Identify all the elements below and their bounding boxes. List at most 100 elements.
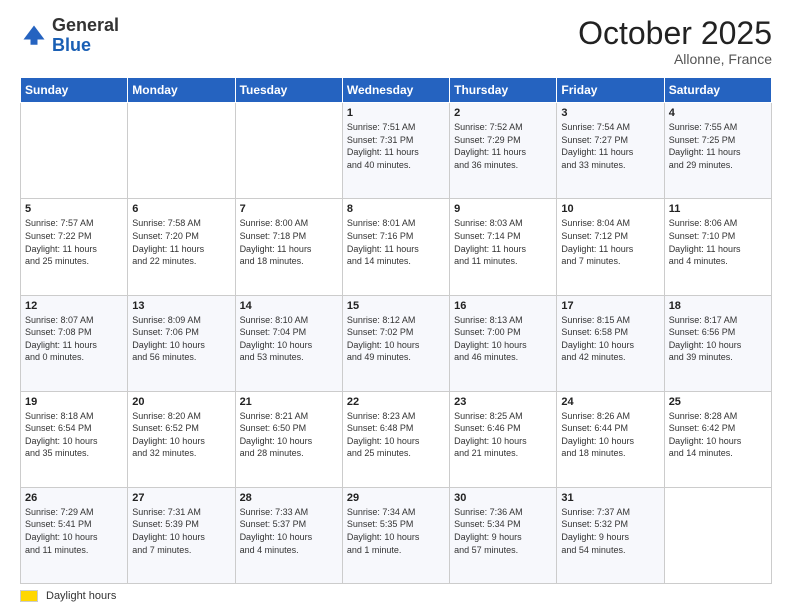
calendar-cell: 10Sunrise: 8:04 AM Sunset: 7:12 PM Dayli… [557,199,664,295]
day-info: Sunrise: 8:01 AM Sunset: 7:16 PM Dayligh… [347,217,445,267]
day-info: Sunrise: 8:26 AM Sunset: 6:44 PM Dayligh… [561,410,659,460]
day-info: Sunrise: 7:37 AM Sunset: 5:32 PM Dayligh… [561,506,659,556]
day-number: 16 [454,300,552,312]
calendar-week-row: 1 Sunrise: 7:51 AM Sunset: 7:31 PM Daylig… [21,103,772,199]
calendar-cell: 13 Sunrise: 8:09 AM Sunset: 7:06 PM Dayli… [128,295,235,391]
calendar-cell: 30 Sunrise: 7:36 AM Sunset: 5:34 PM Dayli… [450,487,557,583]
day-number: 10 [561,203,659,215]
month-title: October 2025 [578,16,772,51]
calendar-cell [664,487,771,583]
day-info: Sunrise: 8:25 AM Sunset: 6:46 PM Dayligh… [454,410,552,460]
logo-general: General [52,15,119,35]
day-info: Sunrise: 7:55 AM Sunset: 7:25 PM Dayligh… [669,121,767,171]
title-block: October 2025 Allonne, France [578,16,772,67]
calendar-week-row: 26Sunrise: 7:29 AM Sunset: 5:41 PM Dayli… [21,487,772,583]
day-number: 26 [25,492,123,504]
day-number: 20 [132,396,230,408]
day-info: Sunrise: 8:10 AM Sunset: 7:04 PM Dayligh… [240,314,338,364]
calendar-day-header: Thursday [450,78,557,103]
day-number: 29 [347,492,445,504]
calendar-cell: 11 Sunrise: 8:06 AM Sunset: 7:10 PM Dayli… [664,199,771,295]
day-info: Sunrise: 8:23 AM Sunset: 6:48 PM Dayligh… [347,410,445,460]
header: General Blue October 2025 Allonne, Franc… [20,16,772,67]
day-info: Sunrise: 7:36 AM Sunset: 5:34 PM Dayligh… [454,506,552,556]
day-info: Sunrise: 8:20 AM Sunset: 6:52 PM Dayligh… [132,410,230,460]
day-info: Sunrise: 8:00 AM Sunset: 7:18 PM Dayligh… [240,217,338,267]
day-number: 28 [240,492,338,504]
calendar-cell: 25Sunrise: 8:28 AM Sunset: 6:42 PM Dayli… [664,391,771,487]
calendar-cell [128,103,235,199]
calendar-week-row: 12 Sunrise: 8:07 AM Sunset: 7:08 PM Dayli… [21,295,772,391]
calendar-cell: 14Sunrise: 8:10 AM Sunset: 7:04 PM Dayli… [235,295,342,391]
day-info: Sunrise: 8:13 AM Sunset: 7:00 PM Dayligh… [454,314,552,364]
calendar-cell: 19Sunrise: 8:18 AM Sunset: 6:54 PM Dayli… [21,391,128,487]
calendar-cell: 31Sunrise: 7:37 AM Sunset: 5:32 PM Dayli… [557,487,664,583]
logo: General Blue [20,16,119,56]
day-number: 1 [347,107,445,119]
calendar-day-header: Wednesday [342,78,449,103]
legend-box [20,590,38,602]
day-info: Sunrise: 7:52 AM Sunset: 7:29 PM Dayligh… [454,121,552,171]
day-info: Sunrise: 8:18 AM Sunset: 6:54 PM Dayligh… [25,410,123,460]
day-number: 15 [347,300,445,312]
day-number: 5 [25,203,123,215]
calendar-day-header: Saturday [664,78,771,103]
day-number: 12 [25,300,123,312]
logo-icon [20,22,48,50]
day-number: 3 [561,107,659,119]
calendar-cell: 22 Sunrise: 8:23 AM Sunset: 6:48 PM Dayli… [342,391,449,487]
day-info: Sunrise: 8:07 AM Sunset: 7:08 PM Dayligh… [25,314,123,364]
day-info: Sunrise: 8:15 AM Sunset: 6:58 PM Dayligh… [561,314,659,364]
calendar-day-header: Sunday [21,78,128,103]
calendar-cell: 23 Sunrise: 8:25 AM Sunset: 6:46 PM Dayli… [450,391,557,487]
day-info: Sunrise: 7:51 AM Sunset: 7:31 PM Dayligh… [347,121,445,171]
calendar-header-row: SundayMondayTuesdayWednesdayThursdayFrid… [21,78,772,103]
day-number: 17 [561,300,659,312]
day-number: 27 [132,492,230,504]
calendar-cell: 8Sunrise: 8:01 AM Sunset: 7:16 PM Daylig… [342,199,449,295]
day-info: Sunrise: 8:09 AM Sunset: 7:06 PM Dayligh… [132,314,230,364]
calendar-cell: 6 Sunrise: 7:58 AM Sunset: 7:20 PM Daylig… [128,199,235,295]
legend-label: Daylight hours [46,590,116,602]
day-info: Sunrise: 8:17 AM Sunset: 6:56 PM Dayligh… [669,314,767,364]
calendar-cell: 5Sunrise: 7:57 AM Sunset: 7:22 PM Daylig… [21,199,128,295]
calendar-day-header: Tuesday [235,78,342,103]
calendar-cell: 3Sunrise: 7:54 AM Sunset: 7:27 PM Daylig… [557,103,664,199]
day-number: 13 [132,300,230,312]
calendar-cell: 28 Sunrise: 7:33 AM Sunset: 5:37 PM Dayli… [235,487,342,583]
calendar-table: SundayMondayTuesdayWednesdayThursdayFrid… [20,77,772,584]
calendar-day-header: Friday [557,78,664,103]
day-info: Sunrise: 7:34 AM Sunset: 5:35 PM Dayligh… [347,506,445,556]
calendar-cell: 27Sunrise: 7:31 AM Sunset: 5:39 PM Dayli… [128,487,235,583]
footer: Daylight hours [20,590,772,602]
subtitle: Allonne, France [578,51,772,67]
day-number: 7 [240,203,338,215]
calendar-day-header: Monday [128,78,235,103]
day-info: Sunrise: 8:03 AM Sunset: 7:14 PM Dayligh… [454,217,552,267]
calendar-week-row: 19Sunrise: 8:18 AM Sunset: 6:54 PM Dayli… [21,391,772,487]
day-info: Sunrise: 7:58 AM Sunset: 7:20 PM Dayligh… [132,217,230,267]
day-number: 18 [669,300,767,312]
logo-text: General Blue [52,16,119,56]
calendar-cell: 29 Sunrise: 7:34 AM Sunset: 5:35 PM Dayli… [342,487,449,583]
calendar-cell: 24 Sunrise: 8:26 AM Sunset: 6:44 PM Dayli… [557,391,664,487]
day-number: 22 [347,396,445,408]
day-info: Sunrise: 8:06 AM Sunset: 7:10 PM Dayligh… [669,217,767,267]
page: General Blue October 2025 Allonne, Franc… [0,0,792,612]
day-number: 6 [132,203,230,215]
day-number: 30 [454,492,552,504]
day-number: 24 [561,396,659,408]
day-info: Sunrise: 8:12 AM Sunset: 7:02 PM Dayligh… [347,314,445,364]
day-number: 23 [454,396,552,408]
calendar-cell: 7 Sunrise: 8:00 AM Sunset: 7:18 PM Daylig… [235,199,342,295]
day-number: 11 [669,203,767,215]
logo-blue: Blue [52,35,91,55]
calendar-cell [21,103,128,199]
calendar-cell [235,103,342,199]
calendar-week-row: 5Sunrise: 7:57 AM Sunset: 7:22 PM Daylig… [21,199,772,295]
calendar-cell: 2Sunrise: 7:52 AM Sunset: 7:29 PM Daylig… [450,103,557,199]
day-number: 9 [454,203,552,215]
calendar-cell: 9 Sunrise: 8:03 AM Sunset: 7:14 PM Daylig… [450,199,557,295]
calendar-cell: 4Sunrise: 7:55 AM Sunset: 7:25 PM Daylig… [664,103,771,199]
day-info: Sunrise: 7:33 AM Sunset: 5:37 PM Dayligh… [240,506,338,556]
